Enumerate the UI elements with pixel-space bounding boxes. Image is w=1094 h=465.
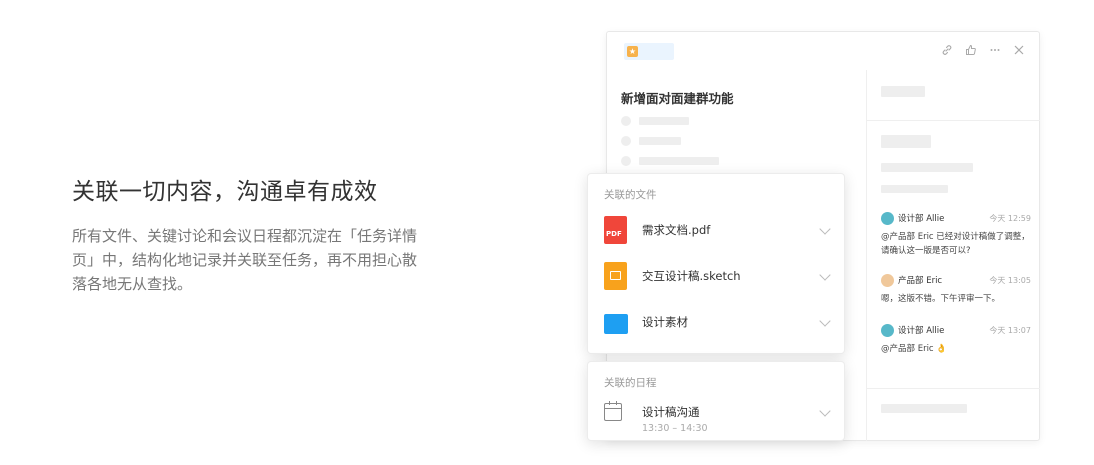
divider <box>867 120 1040 121</box>
linked-files-label: 关联的文件 <box>604 189 657 201</box>
placeholder-block <box>881 135 931 148</box>
chevron-down-icon[interactable] <box>820 271 830 281</box>
schedule-time: 13:30 – 14:30 <box>642 423 708 434</box>
pdf-badge: PDF <box>606 230 622 238</box>
close-icon[interactable] <box>1013 43 1025 57</box>
avatar <box>881 323 894 337</box>
hero-section: 关联一切内容，沟通卓有成效 所有文件、关键讨论和会议日程都沉淀在「任务详情页」中… <box>72 178 432 296</box>
comment-author: 设计部 Allie <box>898 214 945 224</box>
file-item[interactable]: 设计素材 <box>604 308 830 336</box>
link-icon[interactable] <box>941 43 953 57</box>
comment-time: 今天 13:07 <box>989 325 1031 335</box>
subtask-placeholder <box>621 136 681 146</box>
linked-schedule-label: 关联的日程 <box>604 377 657 389</box>
chevron-down-icon[interactable] <box>820 317 830 327</box>
avatar <box>881 211 894 225</box>
comment-time: 今天 13:05 <box>989 275 1031 285</box>
linked-schedule-card: 关联的日程 设计稿沟通 13:30 – 14:30 <box>587 361 845 441</box>
comment-text: @产品部 Eric 👌 <box>881 344 947 354</box>
subtask-placeholder <box>621 116 689 126</box>
placeholder-block <box>881 185 948 193</box>
file-item[interactable]: 交互设计稿.sketch <box>604 262 830 290</box>
avatar <box>881 273 894 287</box>
more-icon[interactable] <box>989 43 1001 57</box>
comment-item: 设计部 Allie 今天 13:07 @产品部 Eric 👌 <box>881 323 1031 356</box>
placeholder-block <box>881 86 925 97</box>
panel-divider <box>866 70 867 441</box>
comment-text: @产品部 Eric 已经对设计稿做了调整，请确认这一版是否可以? <box>881 232 1030 256</box>
thumbs-up-icon[interactable] <box>965 43 977 57</box>
task-title: 新增面对面建群功能 <box>621 91 734 106</box>
sketch-file-icon <box>604 262 627 290</box>
hero-title: 关联一切内容，沟通卓有成效 <box>72 179 378 205</box>
file-name: 交互设计稿.sketch <box>642 269 741 283</box>
comment-text: 嗯，这版不错。下午评审一下。 <box>881 294 1001 304</box>
divider <box>867 388 1040 389</box>
task-header: ★ <box>607 32 1039 70</box>
hero-description: 所有文件、关键讨论和会议日程都沉淀在「任务详情页」中，结构化地记录并关联至任务，… <box>72 227 418 293</box>
file-name: 设计素材 <box>642 315 688 329</box>
comment-author: 产品部 Eric <box>898 276 943 286</box>
comment-item: 产品部 Eric 今天 13:05 嗯，这版不错。下午评审一下。 <box>881 273 1031 306</box>
schedule-title: 设计稿沟通 <box>642 405 700 419</box>
task-tag[interactable]: ★ <box>624 43 674 60</box>
linked-files-card: 关联的文件 PDF 需求文档.pdf 交互设计稿.sketch 设计素材 <box>587 173 845 354</box>
comment-input-placeholder[interactable] <box>881 404 967 413</box>
schedule-item[interactable]: 设计稿沟通 <box>604 398 830 426</box>
comment-item: 设计部 Allie 今天 12:59 @产品部 Eric 已经对设计稿做了调整，请… <box>881 211 1031 258</box>
subtask-placeholder <box>621 156 719 166</box>
comment-time: 今天 12:59 <box>989 213 1031 223</box>
calendar-icon <box>604 401 622 421</box>
comment-author: 设计部 Allie <box>898 326 945 336</box>
placeholder-block <box>881 163 973 172</box>
file-name: 需求文档.pdf <box>642 223 711 237</box>
pdf-file-icon: PDF <box>604 216 627 244</box>
file-item[interactable]: PDF 需求文档.pdf <box>604 216 830 244</box>
chevron-down-icon[interactable] <box>820 407 830 417</box>
chevron-down-icon[interactable] <box>820 225 830 235</box>
folder-icon <box>604 314 628 334</box>
star-icon: ★ <box>627 46 638 57</box>
